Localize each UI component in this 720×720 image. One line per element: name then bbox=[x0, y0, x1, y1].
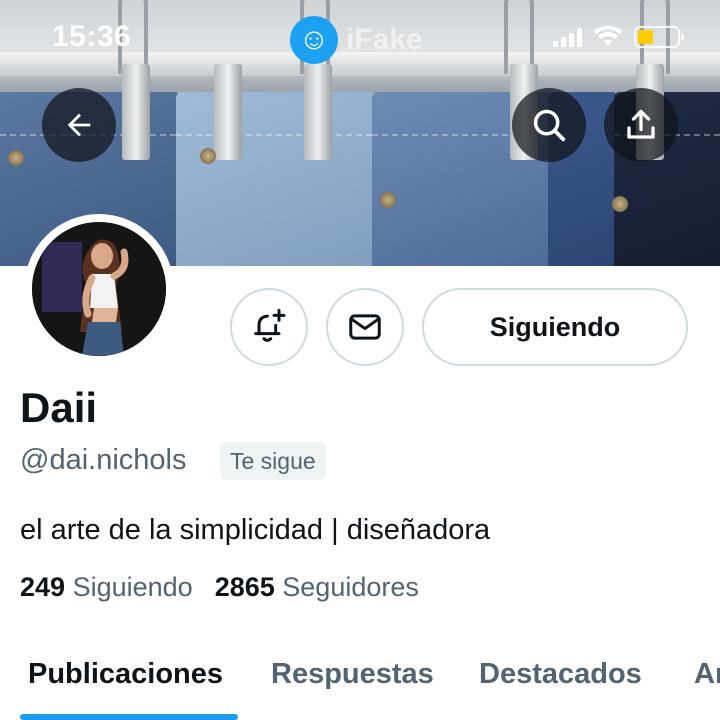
active-tab-indicator bbox=[20, 714, 238, 720]
search-icon bbox=[533, 109, 566, 142]
following-button[interactable]: Siguiendo bbox=[422, 288, 688, 366]
hanger-clip bbox=[214, 64, 242, 160]
watermark: ☺ iFake bbox=[290, 16, 423, 64]
bell-plus-icon bbox=[254, 308, 286, 342]
tab-posts[interactable]: Publicaciones bbox=[28, 658, 223, 691]
watermark-text: iFake bbox=[346, 23, 423, 56]
back-button[interactable] bbox=[42, 88, 116, 162]
followers-label: Seguidores bbox=[282, 572, 419, 602]
avatar[interactable] bbox=[24, 214, 174, 364]
wifi-icon bbox=[593, 26, 623, 46]
tab-highlights[interactable]: Destacados bbox=[479, 658, 642, 691]
user-handle: @dai.nichols bbox=[20, 444, 187, 476]
arrow-left-icon bbox=[67, 113, 91, 137]
bio: el arte de la simplicidad | diseñadora bbox=[20, 514, 491, 546]
share-upload-icon bbox=[627, 109, 655, 139]
following-count: 249 bbox=[20, 572, 66, 602]
hanger-clip bbox=[122, 64, 150, 160]
follows-you-badge: Te sigue bbox=[220, 442, 326, 480]
status-icons bbox=[553, 26, 684, 48]
mail-icon bbox=[349, 314, 381, 340]
button-rivet bbox=[200, 148, 216, 164]
share-button[interactable] bbox=[604, 88, 678, 162]
follow-stats: 249 Siguiendo 2865 Seguidores bbox=[20, 572, 419, 603]
hanger-hook bbox=[504, 0, 534, 74]
following-label: Siguiendo bbox=[72, 572, 193, 602]
notify-button[interactable] bbox=[230, 288, 308, 366]
button-rivet bbox=[612, 196, 628, 212]
button-rivet bbox=[380, 192, 396, 208]
avatar-photo bbox=[32, 222, 166, 356]
status-time: 15:36 bbox=[52, 20, 132, 53]
display-name: Daii bbox=[20, 384, 98, 431]
smiley-icon: ☺ bbox=[290, 16, 338, 64]
following-stat[interactable]: 249 Siguiendo bbox=[20, 572, 193, 603]
battery-icon bbox=[634, 26, 684, 48]
profile-tabs: Publicaciones Respuestas Destacados Ar bbox=[0, 650, 720, 720]
button-rivet bbox=[8, 150, 24, 166]
hanger-clip bbox=[304, 64, 332, 160]
followers-stat[interactable]: 2865 Seguidores bbox=[215, 572, 419, 603]
message-button[interactable] bbox=[326, 288, 404, 366]
followers-count: 2865 bbox=[214, 572, 275, 602]
tab-articles[interactable]: Ar bbox=[694, 658, 720, 691]
signal-icon bbox=[553, 27, 582, 47]
search-button[interactable] bbox=[512, 88, 586, 162]
tab-replies[interactable]: Respuestas bbox=[271, 658, 434, 691]
